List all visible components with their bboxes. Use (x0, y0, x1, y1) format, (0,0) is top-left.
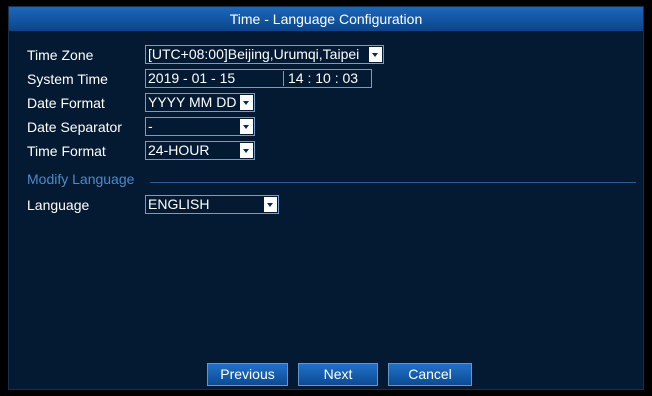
chevron-down-icon[interactable] (240, 143, 253, 158)
system-clock-input[interactable]: 14 : 10 : 03 (288, 70, 358, 87)
modify-language-heading: Modify Language (27, 170, 137, 188)
date-format-value: YYYY MM DD (148, 94, 237, 110)
system-time-label: System Time (27, 71, 108, 87)
language-select[interactable]: ENGLISH (145, 195, 279, 214)
date-separator-label: Date Separator (27, 119, 122, 135)
config-dialog: Time - Language Configuration Time Zone … (8, 6, 644, 390)
time-zone-select[interactable]: [UTC+08:00]Beijing,Urumqi,Taipei (145, 45, 384, 64)
language-label: Language (27, 197, 90, 213)
language-value: ENGLISH (148, 196, 210, 212)
time-zone-value: [UTC+08:00]Beijing,Urumqi,Taipei (148, 46, 360, 62)
cancel-button[interactable]: Cancel (388, 363, 472, 386)
dialog-title: Time - Language Configuration (9, 7, 643, 31)
chevron-down-icon[interactable] (264, 197, 277, 212)
time-format-select[interactable]: 24-HOUR (145, 141, 255, 160)
next-button[interactable]: Next (298, 363, 378, 386)
date-format-select[interactable]: YYYY MM DD (145, 93, 255, 112)
date-separator-select[interactable]: - (145, 117, 255, 136)
system-date-input[interactable]: 2019 - 01 - 15 (148, 70, 235, 87)
time-format-label: Time Format (27, 143, 106, 159)
date-format-label: Date Format (27, 95, 105, 111)
date-separator-value: - (148, 118, 153, 134)
previous-button[interactable]: Previous (207, 363, 288, 386)
section-divider (150, 182, 636, 183)
chevron-down-icon[interactable] (240, 119, 253, 134)
chevron-down-icon[interactable] (240, 95, 253, 110)
chevron-down-icon[interactable] (369, 47, 382, 62)
date-time-divider (283, 71, 284, 86)
system-time-field[interactable]: 2019 - 01 - 15 14 : 10 : 03 (145, 69, 372, 88)
time-format-value: 24-HOUR (148, 142, 210, 158)
time-zone-label: Time Zone (27, 47, 94, 63)
